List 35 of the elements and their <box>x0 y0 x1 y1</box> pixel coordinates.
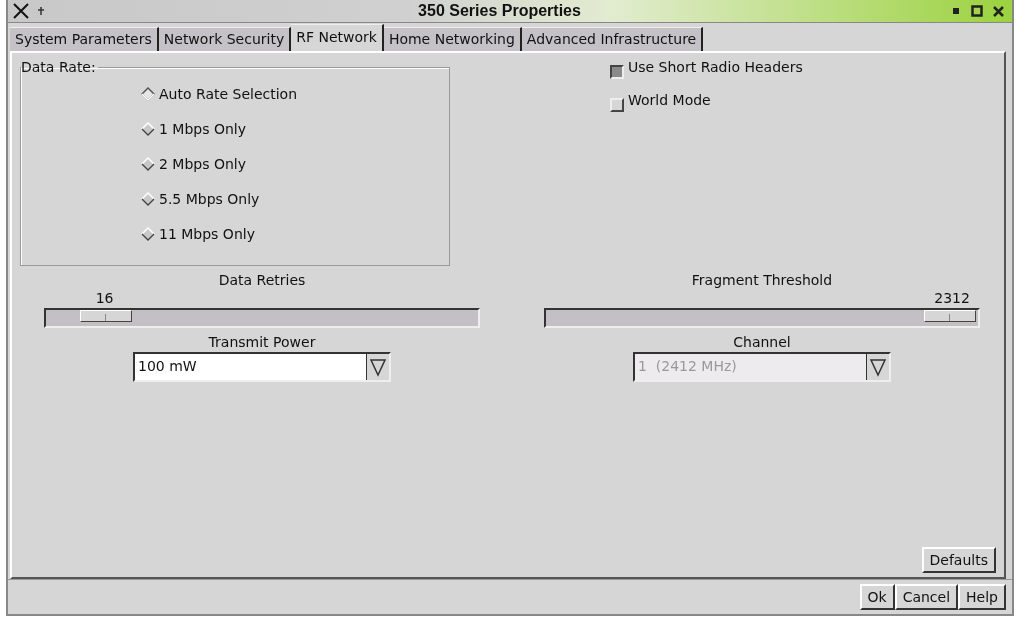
checkbox[interactable] <box>610 65 624 79</box>
tab[interactable]: System Parameters <box>10 27 159 51</box>
slider-track[interactable] <box>544 308 980 328</box>
tab[interactable]: RF Network <box>291 24 384 51</box>
checkbox-label: Use Short Radio Headers <box>628 59 803 75</box>
dropdown-label: Channel <box>733 333 791 352</box>
tab[interactable]: Home Networking <box>383 27 522 51</box>
dialog-button[interactable]: Cancel <box>894 584 959 610</box>
checkbox-label: World Mode <box>628 92 711 108</box>
dropdown[interactable]: 100 mW <box>133 352 391 382</box>
slider-label: Fragment Threshold <box>691 271 833 290</box>
radio-label: 5.5 Mbps Only <box>159 190 260 207</box>
dialog-button[interactable]: Help <box>958 584 1006 610</box>
radio-label: 1 Mbps Only <box>159 120 247 137</box>
radio-label: Auto Rate Selection <box>159 85 298 102</box>
slider-value: 16 <box>95 290 114 306</box>
defaults-button[interactable]: Defaults <box>921 547 996 573</box>
tab[interactable]: Advanced Infrastructure <box>521 27 704 51</box>
close-icon[interactable] <box>993 5 1004 17</box>
radio-label: 11 Mbps Only <box>159 225 255 242</box>
dialog-button[interactable]: Ok <box>859 584 895 610</box>
slider-track[interactable] <box>44 308 480 328</box>
group-title: Data Rate: <box>21 59 97 75</box>
slider-value: 2312 <box>934 290 970 306</box>
dropdown-label: Transmit Power <box>208 333 316 352</box>
tab[interactable]: Network Security <box>158 27 292 51</box>
x-logo-icon <box>12 3 30 19</box>
slider-thumb[interactable] <box>80 310 133 322</box>
maximize-icon[interactable] <box>971 5 983 17</box>
slider-label: Data Retries <box>218 271 306 290</box>
pin-icon[interactable] <box>36 6 46 16</box>
radio-button[interactable] <box>141 86 155 101</box>
window-title: 350 Series Properties <box>417 2 582 20</box>
radio-label: 2 Mbps Only <box>159 155 247 172</box>
slider-thumb[interactable] <box>924 310 977 322</box>
